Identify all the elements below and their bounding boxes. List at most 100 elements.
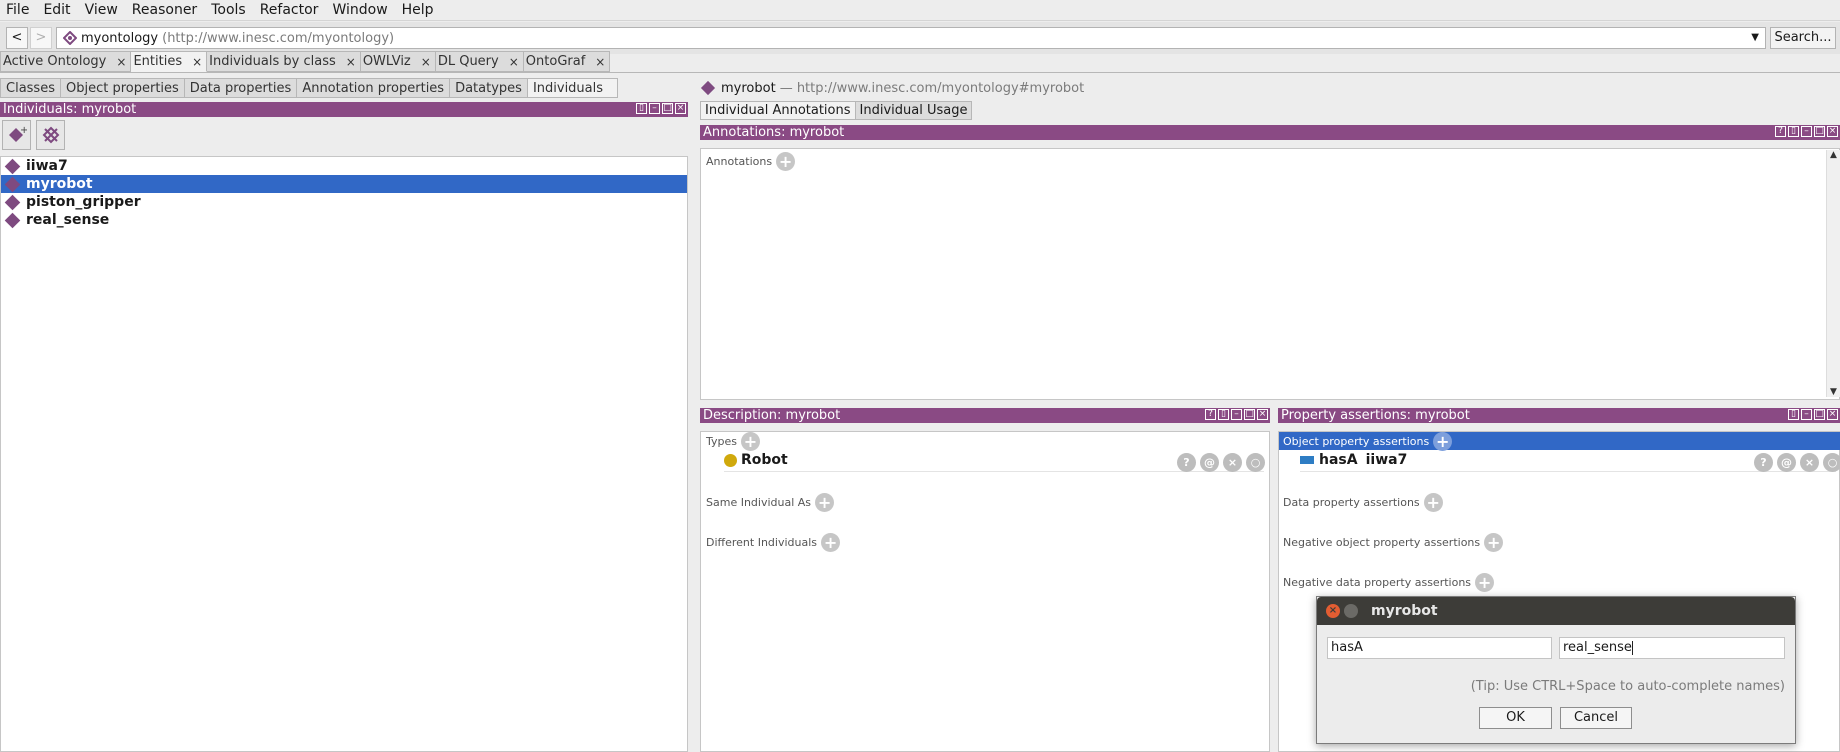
split-icon[interactable]: ▯ xyxy=(1788,409,1799,420)
search-button[interactable]: Search... xyxy=(1770,27,1836,49)
add-negative-object-property-icon[interactable]: + xyxy=(1484,533,1504,552)
minimize-icon[interactable]: – xyxy=(1801,409,1812,420)
forward-button[interactable]: > xyxy=(30,27,52,49)
list-item[interactable]: iiwa7 xyxy=(1,157,687,175)
delete-icon[interactable]: × xyxy=(1800,453,1819,472)
minimize-icon[interactable]: – xyxy=(649,103,660,114)
explain-icon[interactable]: ? xyxy=(1754,453,1773,472)
cancel-button[interactable]: Cancel xyxy=(1560,707,1632,729)
tab-dl-query[interactable]: DL Query × xyxy=(435,51,524,72)
maximize-icon[interactable]: □ xyxy=(662,103,673,114)
back-button[interactable]: < xyxy=(6,27,28,49)
tab-ontograf[interactable]: OntoGraf × xyxy=(523,51,611,72)
annotations-scrollbar[interactable]: ▲ ▼ xyxy=(1826,150,1840,397)
entity-header: myrobot — http://www.inesc.com/myontolog… xyxy=(700,79,1084,97)
dropdown-arrow-icon[interactable]: ▼ xyxy=(1751,32,1759,43)
tab-individuals[interactable]: Individuals xyxy=(527,78,618,98)
property-field[interactable]: hasA xyxy=(1327,637,1552,659)
maximize-icon[interactable]: □ xyxy=(1244,409,1255,420)
type-row[interactable]: Robot xyxy=(724,452,788,468)
add-individual-button[interactable]: + xyxy=(2,120,31,150)
section-label: Data property assertions xyxy=(1283,496,1420,509)
close-icon[interactable]: × xyxy=(1827,409,1838,420)
add-different-individual-icon[interactable]: + xyxy=(821,533,841,552)
menu-reasoner[interactable]: Reasoner xyxy=(126,0,205,21)
individual-field[interactable]: real_sense xyxy=(1559,637,1785,659)
add-negative-data-property-icon[interactable]: + xyxy=(1475,573,1495,592)
panel-controls: ? ▯ – □ × xyxy=(1205,409,1268,420)
individual-label: piston_gripper xyxy=(26,194,141,210)
individual-icon xyxy=(4,176,21,192)
panel-title: Individuals: myrobot xyxy=(3,102,137,117)
add-same-individual-icon[interactable]: + xyxy=(815,493,835,512)
menu-window[interactable]: Window xyxy=(326,0,395,21)
delete-icon[interactable]: × xyxy=(1223,453,1242,472)
help-icon[interactable]: ? xyxy=(1775,126,1786,137)
close-icon[interactable]: × xyxy=(595,55,605,69)
maximize-icon[interactable]: □ xyxy=(1814,409,1825,420)
ok-button[interactable]: OK xyxy=(1479,707,1552,729)
individual-icon xyxy=(4,194,21,210)
add-object-property-icon[interactable]: + xyxy=(1433,432,1453,451)
delete-individual-button[interactable] xyxy=(36,120,65,150)
menu-tools[interactable]: Tools xyxy=(205,0,254,21)
list-item[interactable]: myrobot xyxy=(1,175,687,193)
add-data-property-icon[interactable]: + xyxy=(1423,493,1443,512)
assertion-value: iiwa7 xyxy=(1365,452,1408,468)
tab-data-properties[interactable]: Data properties xyxy=(184,78,298,98)
annotate-icon[interactable]: @ xyxy=(1777,453,1796,472)
scroll-up-icon[interactable]: ▲ xyxy=(1827,150,1840,160)
tab-entities[interactable]: Entities × xyxy=(131,51,208,72)
edit-icon[interactable]: ○ xyxy=(1246,453,1265,472)
close-icon[interactable]: × xyxy=(116,55,126,69)
split-icon[interactable]: ▯ xyxy=(1218,409,1229,420)
close-icon[interactable]: × xyxy=(675,103,686,114)
individual-field-text: real_sense xyxy=(1563,640,1632,655)
menu-view[interactable]: View xyxy=(79,0,126,21)
maximize-icon[interactable] xyxy=(1344,604,1358,618)
maximize-icon[interactable]: □ xyxy=(1814,126,1825,137)
tabs-divider xyxy=(0,72,1840,73)
minimize-icon[interactable]: – xyxy=(1231,409,1242,420)
tab-active-ontology[interactable]: Active Ontology × xyxy=(0,51,132,72)
close-icon[interactable]: × xyxy=(346,55,356,69)
add-annotation-icon[interactable]: + xyxy=(776,152,796,171)
menu-edit[interactable]: Edit xyxy=(37,0,78,21)
object-assertion-row[interactable]: hasA iiwa7 xyxy=(1300,452,1407,468)
individual-icon xyxy=(4,212,21,228)
tab-datatypes[interactable]: Datatypes xyxy=(450,78,528,98)
annotations-panel-header: Annotations: myrobot ? ▯ – □ × xyxy=(700,125,1840,140)
tab-annotation-properties[interactable]: Annotation properties xyxy=(297,78,451,98)
close-icon[interactable]: × xyxy=(1827,126,1838,137)
tab-owlviz[interactable]: OWLViz × xyxy=(360,51,436,72)
menu-refactor[interactable]: Refactor xyxy=(254,0,327,21)
scroll-down-icon[interactable]: ▼ xyxy=(1827,387,1840,397)
close-icon[interactable]: × xyxy=(509,55,519,69)
tab-individuals-by-class[interactable]: Individuals by class × xyxy=(207,51,361,72)
menu-file[interactable]: File xyxy=(0,0,37,21)
individual-view-tabs: Individual Annotations Individual Usage xyxy=(700,101,973,120)
section-label: Annotations xyxy=(706,155,773,168)
split-icon[interactable]: ▯ xyxy=(636,103,647,114)
close-icon[interactable]: × xyxy=(1257,409,1268,420)
ontology-selector[interactable]: myontology (http://www.inesc.com/myontol… xyxy=(56,27,1766,49)
close-icon[interactable]: × xyxy=(421,55,431,69)
tab-individual-annotations[interactable]: Individual Annotations xyxy=(700,101,856,120)
help-icon[interactable]: ? xyxy=(1205,409,1216,420)
menu-help[interactable]: Help xyxy=(396,0,442,21)
close-icon[interactable]: × xyxy=(192,55,202,69)
add-type-icon[interactable]: + xyxy=(741,432,760,451)
list-item[interactable]: real_sense xyxy=(1,211,687,229)
tab-classes[interactable]: Classes xyxy=(0,78,61,98)
close-icon[interactable]: × xyxy=(1326,604,1340,618)
minimize-icon[interactable]: – xyxy=(1801,126,1812,137)
explain-icon[interactable]: ? xyxy=(1177,453,1196,472)
dialog-titlebar: × myrobot xyxy=(1317,597,1795,625)
annotate-icon[interactable]: @ xyxy=(1200,453,1219,472)
split-icon[interactable]: ▯ xyxy=(1788,126,1799,137)
list-item[interactable]: piston_gripper xyxy=(1,193,687,211)
negative-data-property-section: Negative data property assertions + xyxy=(1283,573,1495,592)
tab-object-properties[interactable]: Object properties xyxy=(60,78,185,98)
tab-individual-usage[interactable]: Individual Usage xyxy=(855,101,973,120)
edit-icon[interactable]: ○ xyxy=(1823,453,1840,472)
